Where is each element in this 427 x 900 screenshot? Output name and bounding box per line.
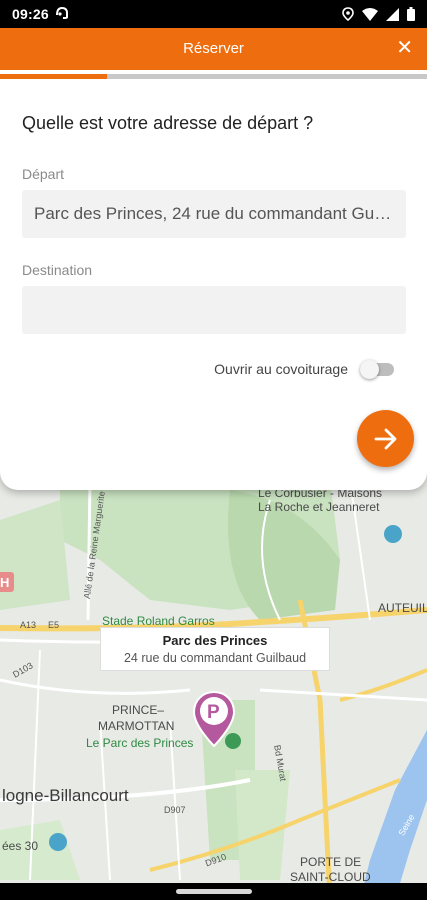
- map-label-boulogne: logne-Billancourt: [2, 786, 129, 805]
- signal-icon: [386, 7, 399, 21]
- map-label-parc: Le Parc des Princes: [86, 736, 194, 750]
- progress-fill: [0, 74, 107, 79]
- map-label-d907: D907: [164, 805, 186, 815]
- status-time: 09:26: [12, 6, 49, 22]
- svg-text:P: P: [207, 702, 220, 723]
- map-label-porte: PORTE DE: [300, 855, 362, 869]
- svg-text:H: H: [0, 575, 9, 590]
- progress-track: [0, 74, 427, 79]
- map-label-a13: A13: [20, 620, 37, 630]
- destination-field[interactable]: [22, 286, 406, 334]
- status-bar: 09:26: [0, 0, 427, 28]
- place-name: Parc des Princes: [162, 633, 268, 648]
- destination-label: Destination: [22, 262, 93, 278]
- departure-label: Départ: [22, 166, 65, 182]
- close-button[interactable]: ✕: [396, 37, 413, 59]
- departure-field[interactable]: Parc des Princes, 24 rue du commandant G…: [22, 190, 406, 238]
- location-icon: [342, 7, 354, 21]
- map-label-la-roche: La Roche et Jeanneret: [258, 500, 380, 514]
- place-address: 24 rue du commandant Guilbaud: [123, 651, 307, 665]
- map-label-saint-cloud: SAINT-CLOUD: [290, 870, 371, 884]
- place-callout[interactable]: Parc des Princes 24 rue du commandant Gu…: [100, 627, 330, 671]
- map-label-prince: PRINCE–: [112, 703, 165, 717]
- map-label-e5: E5: [48, 620, 60, 630]
- carpool-label: Ouvrir au covoiturage: [214, 361, 348, 377]
- arrow-right-icon: [374, 428, 396, 449]
- system-nav-bar: [0, 883, 427, 900]
- next-button[interactable]: [357, 410, 414, 467]
- status-icons: [342, 7, 415, 21]
- home-handle[interactable]: [176, 889, 252, 894]
- form-question: Quelle est votre adresse de départ ?: [22, 113, 314, 133]
- step-progress: [0, 70, 427, 80]
- headset-icon: [55, 6, 69, 23]
- parking-pin-icon[interactable]: P: [192, 690, 236, 748]
- toggle-knob: [360, 360, 379, 379]
- app-header: Réserver ✕: [0, 28, 427, 70]
- booking-form-card: Quelle est votre adresse de départ ? Dép…: [0, 80, 427, 490]
- map-label-parisees: ées 30: [2, 839, 39, 853]
- map-label-auteuil: AUTEUIL: [378, 601, 427, 615]
- wifi-icon: [362, 7, 378, 21]
- close-icon: ✕: [396, 37, 413, 59]
- page-title: Réserver: [183, 40, 244, 57]
- map-label-marmottan: MARMOTTAN: [98, 719, 175, 733]
- carpool-toggle[interactable]: [360, 360, 394, 379]
- map-label-stade: Stade Roland Garros: [102, 614, 215, 628]
- battery-icon: [407, 7, 415, 21]
